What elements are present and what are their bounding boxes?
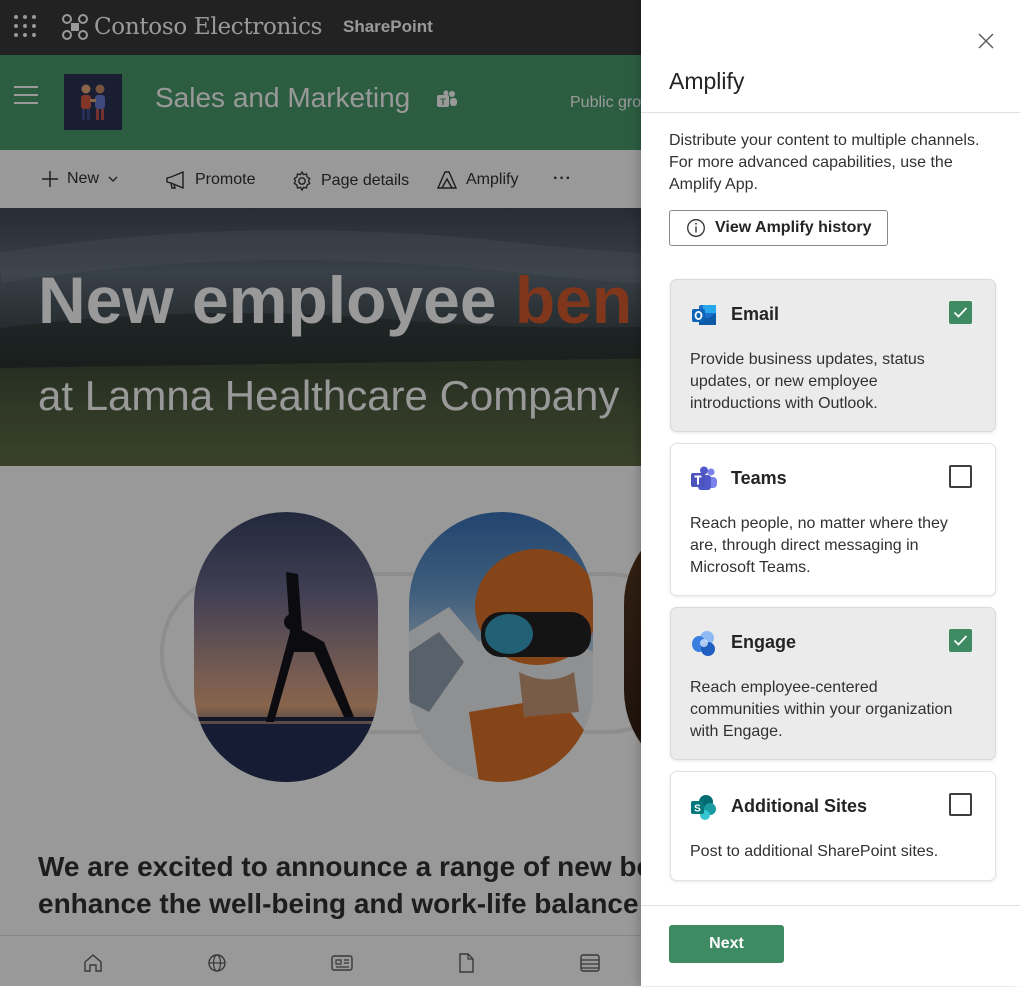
engage-description: Reach employee-centered communities with…: [690, 679, 953, 740]
checkmark-icon: [953, 635, 968, 646]
checkmark-icon: [953, 307, 968, 318]
email-checkbox[interactable]: [949, 301, 972, 324]
channel-card-engage[interactable]: Engage Reach employee-centered communiti…: [670, 607, 996, 760]
panel-divider: [641, 112, 1020, 113]
channel-card-additional-sites[interactable]: S Additional Sites Post to additional Sh…: [670, 771, 996, 881]
channel-card-email[interactable]: Email Provide business updates, status u…: [670, 279, 996, 432]
next-button[interactable]: Next: [669, 925, 784, 963]
panel-title: Amplify: [669, 68, 745, 94]
info-icon: [687, 219, 705, 237]
view-history-label: View Amplify history: [715, 219, 872, 236]
panel-description: Distribute your content to multiple chan…: [669, 132, 980, 193]
teams-description: Reach people, no matter where they are, …: [690, 515, 948, 576]
sharepoint-icon: S: [691, 795, 716, 820]
footer-divider: [641, 905, 1020, 906]
additional-sites-checkbox[interactable]: [949, 793, 972, 816]
channel-card-teams[interactable]: Teams Reach people, no matter where they…: [670, 443, 996, 596]
engage-checkbox[interactable]: [949, 629, 972, 652]
view-history-button[interactable]: View Amplify history: [669, 210, 888, 246]
close-icon[interactable]: [976, 31, 996, 51]
email-description: Provide business updates, status updates…: [690, 351, 925, 412]
svg-text:S: S: [694, 804, 701, 815]
engage-title: Engage: [731, 632, 797, 652]
modal-overlay[interactable]: [0, 0, 641, 986]
engage-icon: [692, 631, 715, 656]
additional-sites-description: Post to additional SharePoint sites.: [690, 843, 939, 860]
additional-sites-title: Additional Sites: [731, 796, 868, 816]
teams-icon: [691, 466, 717, 490]
teams-title: Teams: [731, 468, 787, 488]
teams-checkbox[interactable]: [949, 465, 972, 488]
outlook-icon: [692, 305, 716, 325]
email-title: Email: [731, 304, 780, 324]
